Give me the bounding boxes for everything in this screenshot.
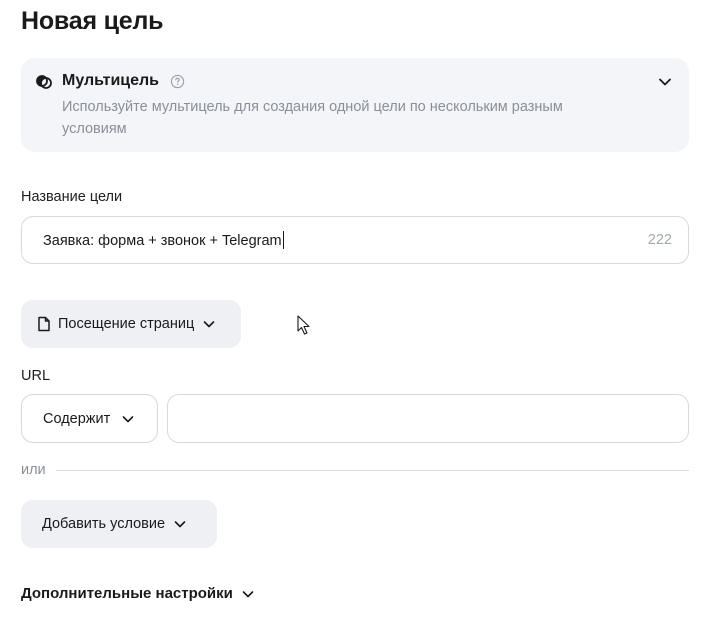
chevron-down-icon bbox=[174, 521, 186, 528]
advanced-settings-label: Дополнительные настройки bbox=[21, 585, 233, 602]
document-icon bbox=[38, 316, 50, 332]
chevron-down-icon bbox=[122, 415, 134, 422]
condition-type-label: Посещение страниц bbox=[58, 316, 195, 332]
page-title: Новая цель bbox=[21, 7, 164, 35]
goal-form-page: Новая цель Мультицель Используйте мульти… bbox=[0, 0, 708, 632]
advanced-settings-toggle[interactable]: Дополнительные настройки bbox=[21, 585, 255, 602]
or-divider-label: или bbox=[21, 462, 46, 478]
chevron-down-icon[interactable] bbox=[657, 74, 673, 90]
add-condition-label: Добавить условие bbox=[42, 516, 166, 532]
url-match-select[interactable]: Содержит bbox=[21, 394, 158, 443]
multigoal-title: Мультицель bbox=[62, 72, 160, 89]
help-icon[interactable] bbox=[170, 74, 185, 89]
url-match-value: Содержит bbox=[43, 410, 111, 427]
multigoal-icon bbox=[36, 75, 52, 89]
divider-line bbox=[56, 470, 689, 471]
chevron-down-icon bbox=[203, 321, 215, 328]
goal-name-label: Название цели bbox=[21, 189, 123, 205]
goal-name-value[interactable]: Заявка: форма + звонок + Telegram bbox=[43, 231, 648, 249]
condition-type-dropdown[interactable]: Посещение страниц bbox=[21, 300, 241, 348]
multigoal-description: Используйте мультицель для создания одно… bbox=[62, 99, 563, 137]
multigoal-card[interactable]: Мультицель Используйте мультицель для со… bbox=[21, 58, 689, 152]
add-condition-button[interactable]: Добавить условие bbox=[21, 500, 217, 548]
mouse-cursor-icon bbox=[297, 315, 310, 335]
chevron-down-icon bbox=[242, 590, 254, 597]
url-input[interactable] bbox=[167, 394, 689, 443]
char-counter: 222 bbox=[647, 232, 672, 248]
goal-name-input[interactable]: Заявка: форма + звонок + Telegram 222 bbox=[21, 216, 689, 264]
url-label: URL bbox=[21, 368, 51, 384]
